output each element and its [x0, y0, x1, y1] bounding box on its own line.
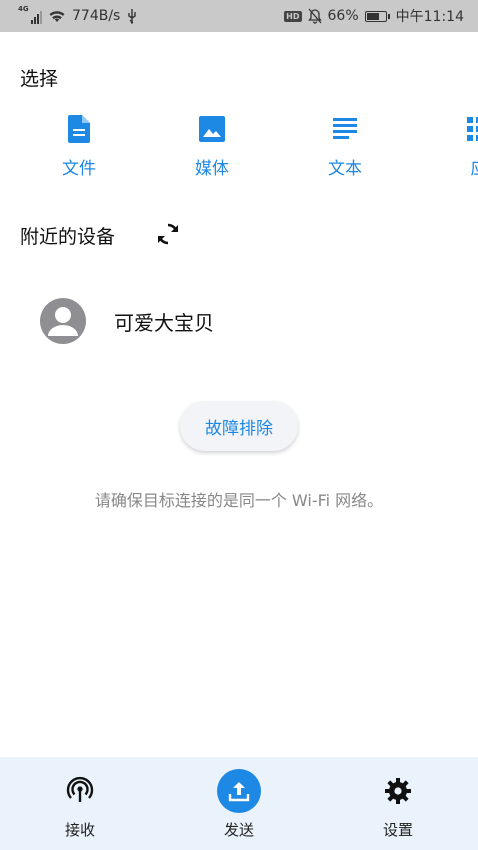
nav-send[interactable]: 发送: [189, 769, 289, 840]
nav-receive-label: 接收: [64, 821, 95, 839]
select-apps-label: 应: [471, 154, 478, 179]
status-bar: 4G 774B/s HD 66% 中午11:14: [0, 0, 478, 32]
select-text-button[interactable]: 文本: [300, 112, 390, 179]
wifi-icon: [49, 11, 65, 22]
nearby-devices-title: 附近的设备: [20, 226, 116, 248]
battery-percent: 66%: [327, 8, 359, 24]
wifi-hint-text: 请确保目标连接的是同一个 Wi-Fi 网络。: [94, 491, 384, 510]
select-options: 文件 媒体 文本 应: [0, 112, 478, 184]
device-item[interactable]: 可爱大宝贝: [40, 296, 340, 346]
gear-icon: [376, 769, 420, 813]
refresh-icon[interactable]: [154, 220, 182, 248]
mute-bell-icon: [307, 8, 322, 24]
select-media-button[interactable]: 媒体: [167, 112, 257, 179]
network-type: 4G: [18, 5, 29, 13]
nav-settings-label: 设置: [382, 821, 413, 839]
receive-icon: [58, 769, 102, 813]
select-file-button[interactable]: 文件: [34, 112, 124, 179]
battery-icon: [364, 10, 390, 22]
apps-icon: [467, 112, 478, 146]
hd-badge: HD: [284, 10, 302, 22]
clock: 中午11:14: [395, 9, 464, 25]
nav-settings[interactable]: 设置: [348, 769, 448, 840]
nav-receive[interactable]: 接收: [30, 769, 130, 840]
status-bar-right: HD 66% 中午11:14: [284, 6, 464, 26]
upload-icon: [217, 769, 261, 813]
device-name: 可爱大宝贝: [114, 310, 214, 335]
select-section-title: 选择: [20, 68, 59, 90]
usb-icon: [128, 9, 137, 24]
select-apps-button[interactable]: 应: [434, 112, 478, 179]
select-text-label: 文本: [328, 159, 362, 179]
nav-send-label: 发送: [223, 821, 254, 839]
person-icon: [40, 298, 86, 344]
file-icon: [67, 112, 91, 146]
status-bar-left: 4G 774B/s: [18, 5, 138, 24]
select-media-label: 媒体: [195, 159, 229, 179]
troubleshoot-button[interactable]: 故障排除: [180, 401, 298, 451]
select-file-label: 文件: [62, 159, 96, 179]
bottom-nav: 接收 发送 设置: [0, 757, 478, 850]
text-icon: [333, 112, 357, 146]
image-icon: [199, 112, 225, 146]
cellular-signal-icon: 4G: [18, 5, 42, 24]
network-speed: 774B/s: [72, 8, 121, 24]
